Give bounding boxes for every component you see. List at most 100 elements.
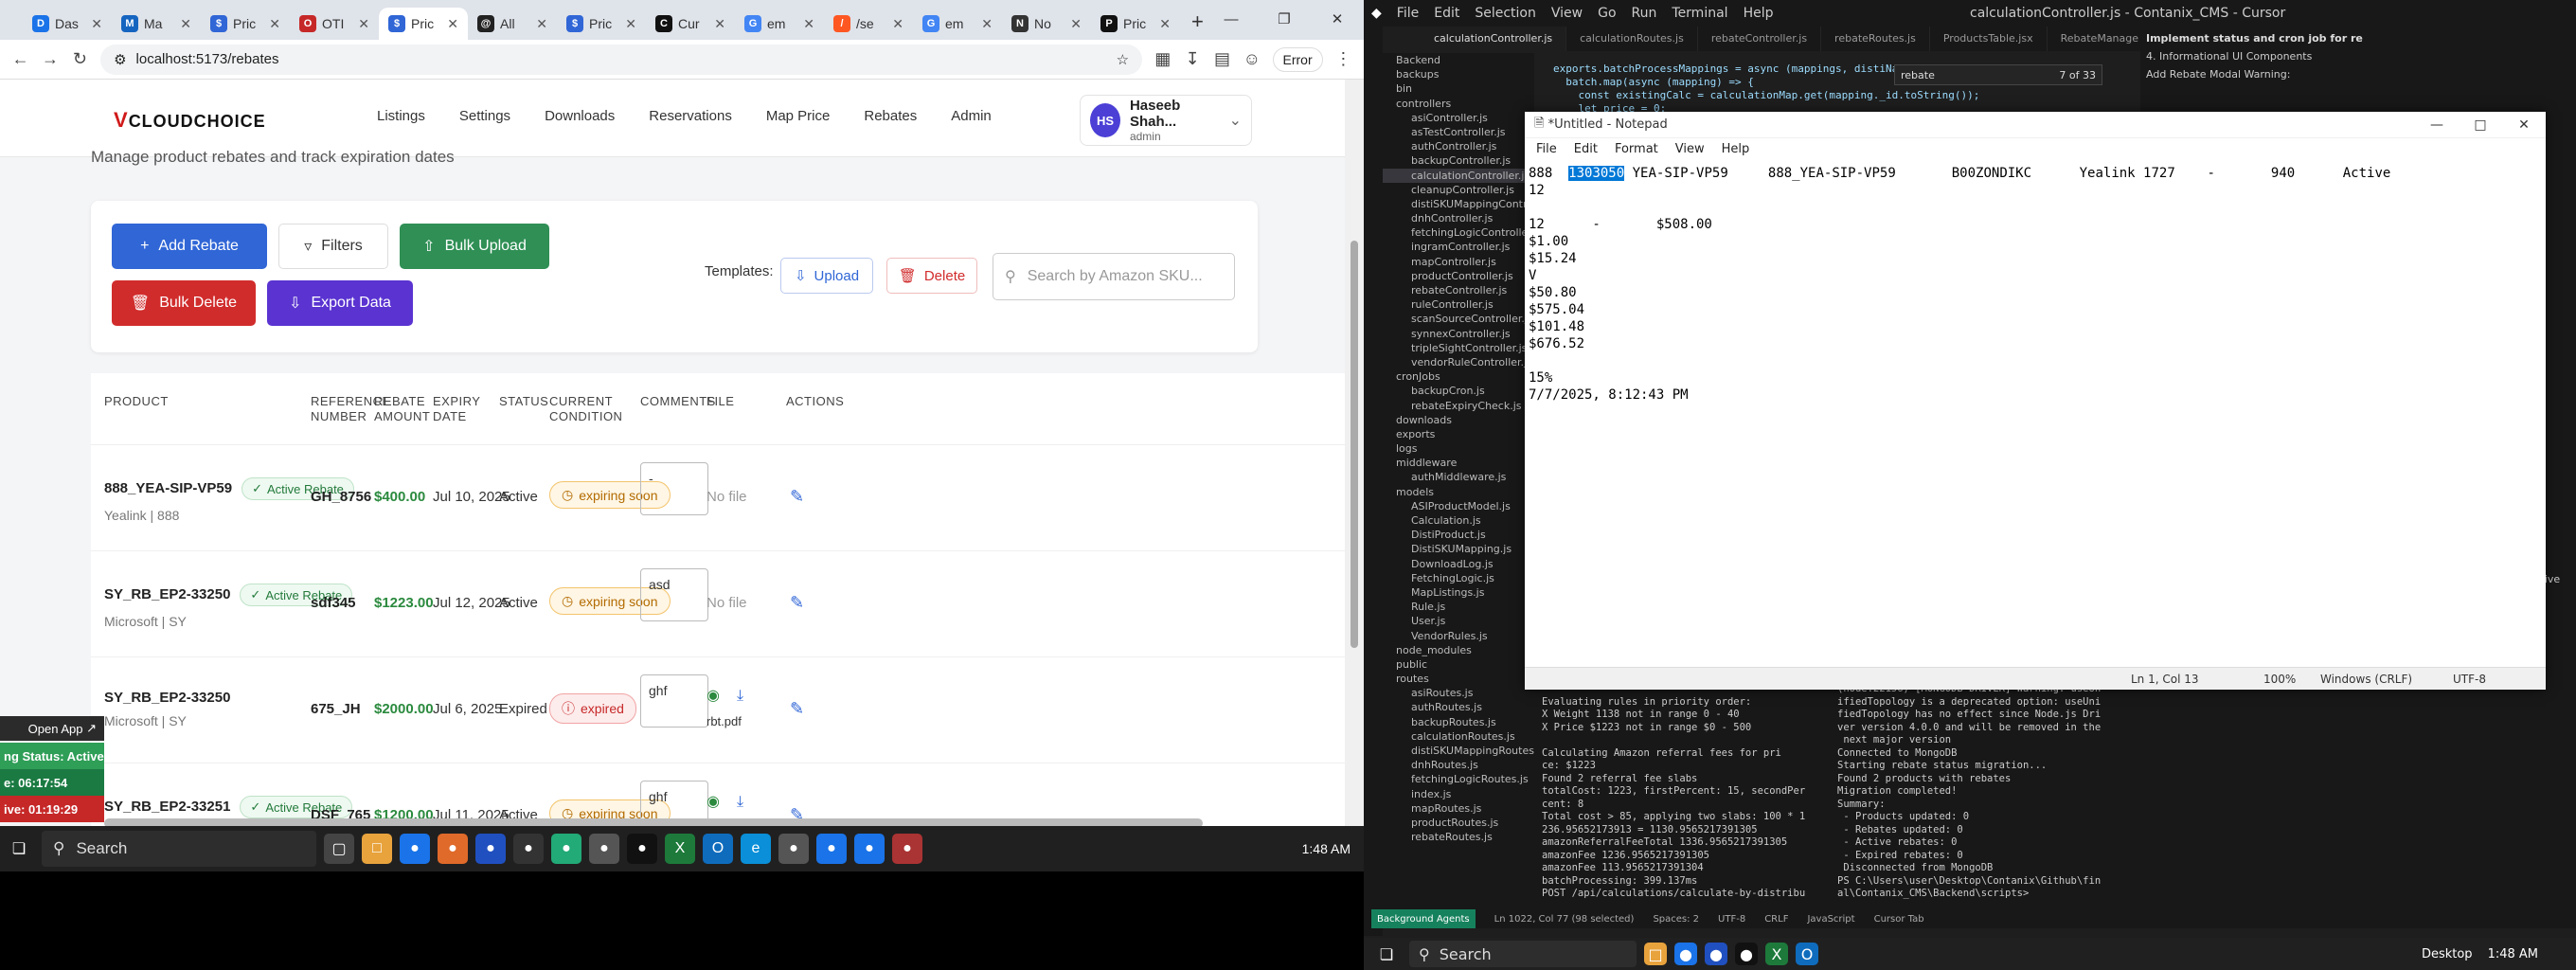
user-menu[interactable]: HS Haseeb Shah... admin ⌄ (1080, 95, 1252, 146)
menu-kebab-icon[interactable]: ⋮ (1334, 45, 1352, 74)
template-delete-button[interactable]: 🗑 Delete (886, 258, 977, 294)
notepad-menu-item[interactable]: Format (1615, 142, 1658, 156)
explorer-item[interactable]: asiRoutes.js (1383, 686, 1534, 700)
explorer-item[interactable]: authMiddleware.js (1383, 470, 1534, 484)
file-explorer-icon[interactable]: □ (1644, 943, 1667, 965)
close-tab-icon[interactable]: ✕ (892, 16, 903, 32)
explorer-item[interactable]: DistiProduct.js (1383, 528, 1534, 542)
download-icon[interactable]: ⤓ (737, 794, 743, 810)
taskbar-clock[interactable]: 1:48 AM (2488, 947, 2538, 961)
close-tab-icon[interactable]: ✕ (714, 16, 725, 32)
view-eye-icon[interactable]: ◉ (707, 688, 720, 704)
explorer-item[interactable]: fetchingLogicRoutes.js (1383, 772, 1534, 786)
browser-tab[interactable]: M Ma ✕ (112, 8, 201, 40)
taskbar-search[interactable]: ⚲ Search (42, 831, 316, 867)
explorer-item[interactable]: bin (1383, 81, 1534, 96)
cloudchoice-logo[interactable]: VCLOUDCHOICE (114, 108, 266, 133)
explorer-item[interactable]: authRoutes.js (1383, 700, 1534, 714)
column-header[interactable]: ACTIONS (786, 394, 862, 409)
editor-tab[interactable]: ProductsTable.jsx (1930, 27, 2048, 51)
explorer-item[interactable]: node_modules (1383, 643, 1534, 657)
explorer-item[interactable]: tripleSightController.js (1383, 341, 1534, 355)
close-tab-icon[interactable]: ✕ (981, 16, 993, 32)
explorer-item[interactable]: mapRoutes.js (1383, 801, 1534, 816)
chrome-icon[interactable]: ● (816, 834, 847, 864)
profile-icon[interactable]: ☺ (1243, 45, 1261, 74)
excel-icon[interactable]: X (1765, 943, 1788, 965)
statusbar-item[interactable]: Background Agents (1371, 909, 1476, 928)
explorer-item[interactable]: rebateExpiryCheck.js (1383, 399, 1534, 413)
explorer-item[interactable]: productController.js (1383, 269, 1534, 283)
explorer-item[interactable]: ingramController.js (1383, 240, 1534, 254)
explorer-item[interactable]: distiSKUMappingRoutes.js (1383, 744, 1534, 758)
explorer-item[interactable]: middleware (1383, 456, 1534, 470)
app-icon[interactable]: ● (1705, 943, 1727, 965)
windows-start-icon[interactable]: ❏ (1371, 939, 1402, 969)
nav-item-listings[interactable]: Listings (377, 108, 425, 124)
extensions-icon[interactable]: ▦ (1154, 45, 1172, 74)
view-eye-icon[interactable]: ◉ (707, 794, 720, 810)
minimize-icon[interactable]: — (2415, 112, 2459, 138)
template-upload-button[interactable]: ⇩ Upload (780, 258, 873, 294)
edit-icon[interactable]: ✎ (790, 487, 804, 507)
restore-icon[interactable]: ❐ (1258, 0, 1311, 38)
explorer-item[interactable]: Rule.js (1383, 600, 1534, 614)
close-tab-icon[interactable]: ✕ (625, 16, 636, 32)
explorer-item[interactable]: fetchingLogicController.js (1383, 225, 1534, 240)
explorer-item[interactable]: calculationRoutes.js (1383, 729, 1534, 744)
add-rebate-button[interactable]: + Add Rebate (112, 224, 267, 269)
explorer-item[interactable]: MapListings.js (1383, 585, 1534, 600)
browser-tab[interactable]: Gem ✕ (735, 8, 824, 40)
comment-field[interactable]: - (640, 462, 708, 515)
download-icon[interactable]: ⤓ (737, 688, 743, 704)
explorer-item[interactable]: DownloadLog.js (1383, 557, 1534, 571)
explorer-item[interactable]: cronJobs (1383, 369, 1534, 384)
browser-tab[interactable]: $ Pric ✕ (201, 8, 290, 40)
explorer-item[interactable]: scanSourceController.js (1383, 312, 1534, 326)
editor-tab[interactable]: rebateRoutes.js (1821, 27, 1930, 51)
browser-tab[interactable]: N No ✕ (1002, 8, 1091, 40)
editor-menu-item[interactable]: Run (1624, 6, 1665, 21)
explorer-item[interactable]: routes (1383, 672, 1534, 686)
notepad-menu-item[interactable]: Edit (1574, 142, 1598, 156)
notepad-menu-item[interactable]: Help (1722, 142, 1750, 156)
filters-button[interactable]: ▿ Filters (278, 224, 388, 269)
explorer-item[interactable]: distiSKUMappingControlle... (1383, 197, 1534, 211)
back-icon[interactable]: ← (11, 45, 29, 74)
explorer-item[interactable]: dnhRoutes.js (1383, 758, 1534, 772)
explorer-item[interactable]: calculationController.js (1383, 168, 1534, 183)
chrome-icon[interactable]: ● (400, 834, 430, 864)
editor-menu-item[interactable]: Go (1590, 6, 1623, 21)
bulk-upload-button[interactable]: ⇧ Bulk Upload (400, 224, 549, 269)
browser-tab[interactable]: $ Pric ✕ (379, 8, 468, 40)
explorer-item[interactable]: backupCron.js (1383, 384, 1534, 398)
explorer-item[interactable]: dnhController.js (1383, 211, 1534, 225)
horizontal-scrollbar[interactable] (104, 818, 1203, 826)
app-icon[interactable]: ● (438, 834, 468, 864)
app-icon[interactable]: ● (892, 834, 922, 864)
file-name[interactable]: rbt.pdf (707, 714, 743, 728)
app-icon[interactable]: ● (513, 834, 544, 864)
explorer-item[interactable]: cleanupController.js (1383, 183, 1534, 197)
notepad-menu-item[interactable]: File (1536, 142, 1557, 156)
explorer-item[interactable]: rebateRoutes.js (1383, 830, 1534, 844)
edge-icon[interactable]: e (741, 834, 771, 864)
find-widget[interactable]: rebate 7 of 33 (1894, 64, 2102, 85)
sku-search-input[interactable]: ⚲ Search by Amazon SKU... (993, 253, 1235, 300)
browser-tab[interactable]: @ All ✕ (468, 8, 557, 40)
explorer-item[interactable]: rebateController.js (1383, 283, 1534, 297)
explorer-item[interactable]: ruleController.js (1383, 297, 1534, 312)
statusbar-item[interactable]: Spaces: 2 (1653, 914, 1699, 925)
edit-icon[interactable]: ✎ (790, 699, 804, 719)
desktop-label[interactable]: Desktop (2422, 947, 2473, 961)
editor-menu-item[interactable]: Edit (1426, 6, 1467, 21)
nav-item-downloads[interactable]: Downloads (545, 108, 615, 124)
explorer-item[interactable]: VendorRules.js (1383, 629, 1534, 643)
editor-menu-item[interactable]: Terminal (1664, 6, 1735, 21)
browser-tab[interactable]: $ Pric ✕ (557, 8, 646, 40)
nav-item-rebates[interactable]: Rebates (864, 108, 917, 124)
open-app-button[interactable]: Open App ↗ (0, 716, 104, 741)
close-tab-icon[interactable]: ✕ (91, 16, 102, 32)
editor-tab[interactable]: rebateController.js (1698, 27, 1822, 51)
editor-menu-item[interactable]: Selection (1467, 6, 1544, 21)
